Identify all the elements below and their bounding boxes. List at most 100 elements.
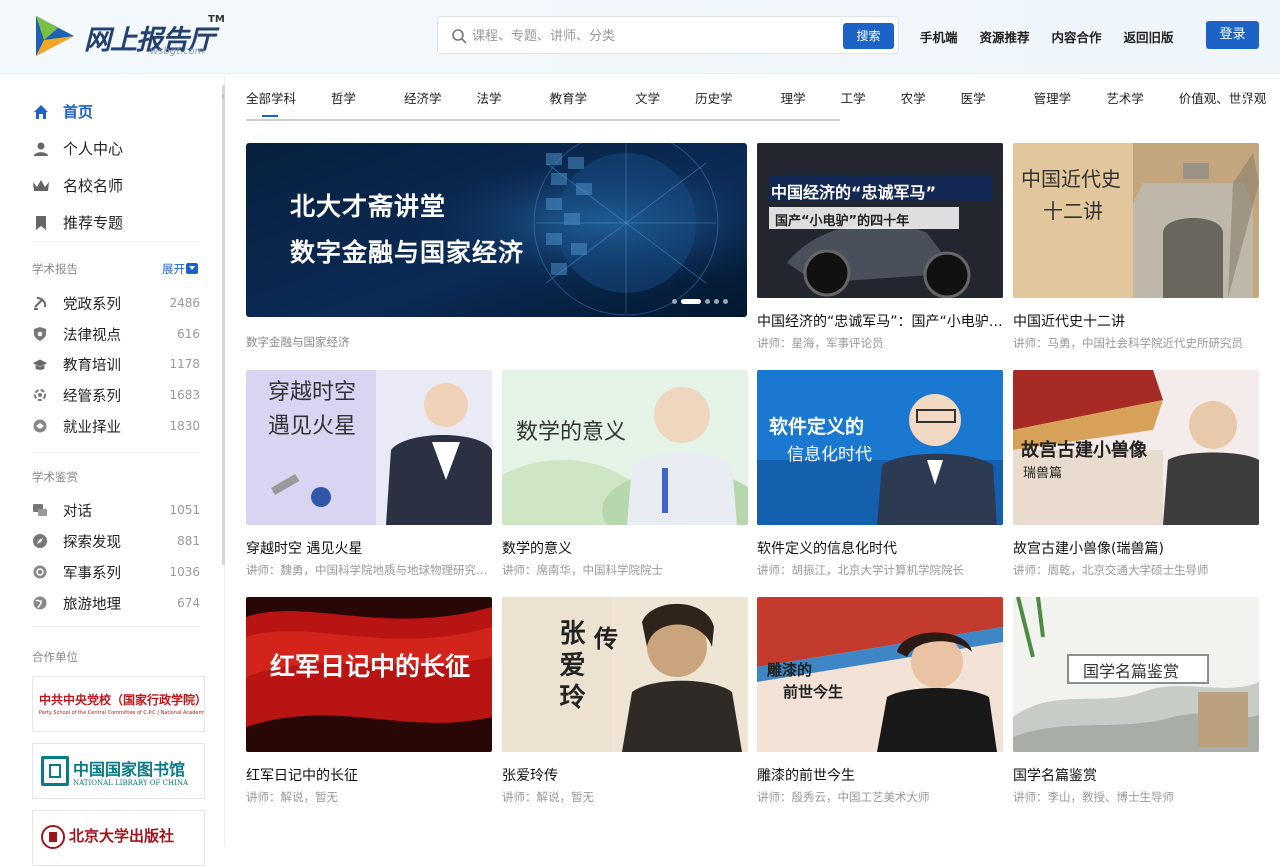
nav-mobile[interactable]: 手机端 <box>920 27 958 46</box>
sidebar-category-explore[interactable]: 探索发现 881 <box>32 526 200 556</box>
partner-party-school[interactable]: 中共中央党校（国家行政学院） Party School of the Centr… <box>32 676 205 732</box>
category-count: 1683 <box>169 388 200 402</box>
course-thumbnail[interactable]: 数学的意义 <box>502 370 748 525</box>
thumbnail-overlay-text: 中国近代史 <box>1021 167 1121 191</box>
course-thumbnail[interactable]: 张爱玲传 <box>502 597 748 752</box>
subject-tab-list: 全部学科 哲学 经济学 法学 教育学 文学 历史学 理学 工学 农学 医学 管理学 艺术学 价值观、世界观 <box>246 88 1266 107</box>
tab-subject-4[interactable]: 教育学 <box>550 88 588 107</box>
course-thumbnail[interactable]: 中国近代史 十二讲 <box>1013 143 1259 298</box>
sidebar-item-topics[interactable]: 推荐专题 <box>32 204 202 241</box>
shield-icon <box>32 326 48 342</box>
sidebar-category-management[interactable]: 经管系列 1683 <box>32 380 200 410</box>
search-input[interactable] <box>472 25 832 47</box>
tab-subject-9[interactable]: 农学 <box>901 88 926 107</box>
hero-banner[interactable]: 北大才斋讲堂 数字金融与国家经济 <box>246 143 747 317</box>
tab-subject-8[interactable]: 工学 <box>841 88 866 107</box>
login-button[interactable]: 登录 <box>1206 21 1259 49</box>
logo-mark-icon <box>30 12 80 60</box>
tab-subject-12[interactable]: 艺术学 <box>1106 88 1144 107</box>
sidebar-category-travel[interactable]: 旅游地理 674 <box>32 588 200 618</box>
course-thumbnail[interactable]: 软件定义的 信息化时代 <box>757 370 1003 525</box>
user-icon <box>32 140 50 158</box>
sidebar-item-famous-teachers[interactable]: 名校名师 <box>32 167 202 204</box>
banner-caption[interactable]: 数字金融与国家经济 <box>246 334 350 350</box>
tab-subject-11[interactable]: 管理学 <box>1034 88 1072 107</box>
sidebar-item-label: 名校名师 <box>63 177 124 195</box>
chat-icon <box>32 502 48 518</box>
sidebar-item-profile[interactable]: 个人中心 <box>32 130 202 167</box>
category-label: 就业择业 <box>63 419 121 436</box>
course-thumbnail[interactable]: 雕漆的 前世今生 <box>757 597 1003 752</box>
search-button[interactable]: 搜索 <box>843 23 894 49</box>
banner-dot[interactable] <box>705 299 710 304</box>
national-library-name: 中国国家图书馆 <box>73 760 186 779</box>
thumbnail-overlay-text: 数学的意义 <box>516 420 627 445</box>
section-title-partners: 合作单位 <box>32 650 78 664</box>
course-title[interactable]: 软件定义的信息化时代 <box>757 538 1003 558</box>
sidebar-category-career[interactable]: 就业择业 1830 <box>32 411 200 441</box>
tab-subject-2[interactable]: 经济学 <box>404 88 442 107</box>
course-thumbnail[interactable]: 国学名篇鉴赏 <box>1013 597 1259 752</box>
course-thumbnail[interactable]: 红军日记中的长征 <box>246 597 492 752</box>
tab-subject-5[interactable]: 文学 <box>635 88 660 107</box>
sidebar-scrollbar[interactable] <box>222 85 225 565</box>
banner-dot[interactable] <box>714 299 719 304</box>
nav-old-version[interactable]: 返回旧版 <box>1124 27 1174 46</box>
partner-national-library[interactable]: 中国国家图书馆 NATIONAL LIBRARY OF CHINA <box>32 743 205 799</box>
course-title[interactable]: 张爱玲传 <box>502 765 748 785</box>
category-label: 对话 <box>63 503 92 520</box>
tab-subject-10[interactable]: 医学 <box>961 88 986 107</box>
course-title[interactable]: 数学的意义 <box>502 538 748 558</box>
banner-pagination <box>672 299 728 304</box>
tab-subject-6[interactable]: 历史学 <box>695 88 733 107</box>
sidebar-category-law[interactable]: 法律视点 616 <box>32 319 200 349</box>
chevron-left-icon[interactable]: ‹ <box>221 90 225 103</box>
thumbnail-overlay-text: 传 <box>594 625 618 653</box>
sidebar-item-home[interactable]: 首页 <box>32 93 202 130</box>
course-lecturer: 讲师：解说，暂无 <box>246 790 338 804</box>
course-title[interactable]: 穿越时空 遇见火星 <box>246 538 492 558</box>
thumbnail-overlay-text: 红军日记中的长征 <box>270 652 471 681</box>
search-box: 搜索 <box>437 16 899 54</box>
home-icon <box>32 103 50 121</box>
sidebar-category-military[interactable]: 军事系列 1036 <box>32 557 200 587</box>
site-logo[interactable]: 网上报告厅 TM wsbgt.com <box>30 12 230 62</box>
sidebar-category-education[interactable]: 教育培训 1178 <box>32 349 200 379</box>
course-title[interactable]: 雕漆的前世今生 <box>757 765 1003 785</box>
active-tab-underline <box>262 115 278 117</box>
expand-toggle[interactable]: 展开 <box>162 261 198 277</box>
tab-scroll-track[interactable] <box>246 119 840 121</box>
course-lecturer: 讲师：胡振江，北京大学计算机学院院长 <box>757 563 964 577</box>
banner-dot[interactable] <box>723 299 728 304</box>
category-label: 探索发现 <box>63 534 121 551</box>
course-title[interactable]: 国学名篇鉴赏 <box>1013 765 1259 785</box>
chevron-right-icon[interactable] <box>1236 88 1254 106</box>
tab-subject-1[interactable]: 哲学 <box>331 88 356 107</box>
course-thumbnail[interactable]: 故宫古建小兽像 瑞兽篇 <box>1013 370 1259 525</box>
search-icon <box>452 29 467 44</box>
crown-icon <box>32 177 50 195</box>
banner-dot[interactable] <box>672 299 677 304</box>
sidebar-category-party[interactable]: 党政系列 2486 <box>32 288 200 318</box>
sidebar-divider <box>32 452 200 453</box>
banner-dot-active[interactable] <box>681 299 701 304</box>
nav-cooperation[interactable]: 内容合作 <box>1052 27 1102 46</box>
course-thumbnail[interactable]: 中国经济的“忠诚军马” 国产“小电驴”的四十年 <box>757 143 1003 298</box>
category-count: 881 <box>177 534 200 548</box>
course-title[interactable]: 中国近代史十二讲 <box>1013 311 1259 331</box>
thumbnail-overlay-text: 穿越时空 <box>268 380 357 405</box>
tab-subject-0[interactable]: 全部学科 <box>246 88 296 107</box>
course-title[interactable]: 中国经济的“忠诚军马”：国产“小电驴”的四十年 <box>757 311 1003 331</box>
course-thumbnail[interactable]: 穿越时空 遇见火星 <box>246 370 492 525</box>
course-title[interactable]: 故宫古建小兽像(瑞兽篇) <box>1013 538 1259 558</box>
national-library-sub: NATIONAL LIBRARY OF CHINA <box>73 779 189 787</box>
banner-background <box>246 143 747 317</box>
sidebar-item-label: 首页 <box>63 103 94 121</box>
partner-pku-press[interactable]: 北京大学出版社 <box>32 810 205 866</box>
course-title[interactable]: 红军日记中的长征 <box>246 765 492 785</box>
nav-resources[interactable]: 资源推荐 <box>980 27 1030 46</box>
sidebar-category-dialogue[interactable]: 对话 1051 <box>32 495 200 525</box>
handshake-icon <box>32 418 48 434</box>
tab-subject-3[interactable]: 法学 <box>477 88 502 107</box>
tab-subject-7[interactable]: 理学 <box>781 88 806 107</box>
